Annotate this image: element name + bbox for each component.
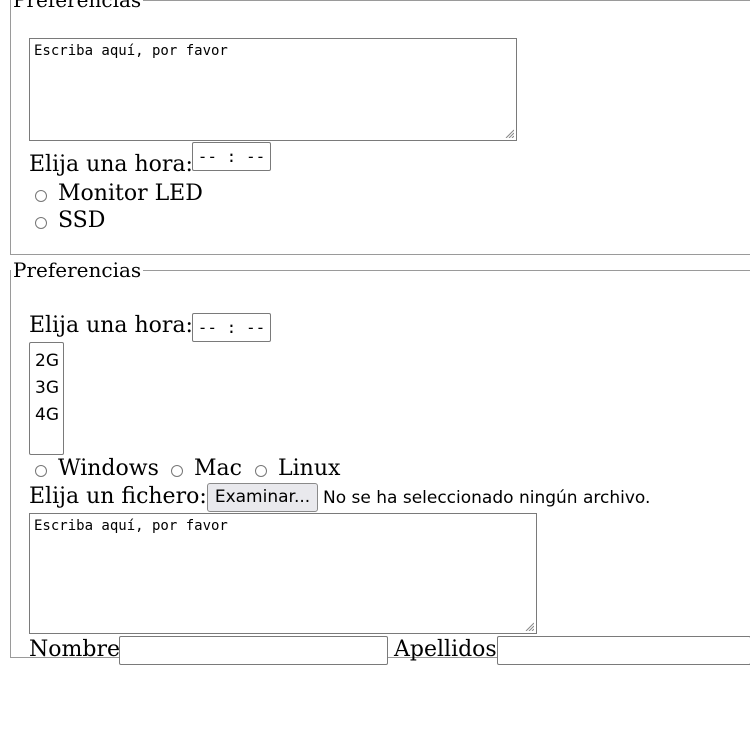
radio-label-ssd: SSD (58, 208, 106, 233)
radio-label-mac: Mac (194, 456, 242, 481)
preferences-fieldset-first: Preferencias Escriba aquí, por favor Eli… (10, 0, 750, 255)
nombre-label: Nombre (29, 637, 120, 662)
file-label: Elija un fichero: (29, 484, 207, 509)
preferences-fieldset-second: Preferencias Elija una hora: -- : -- 2G … (10, 258, 750, 665)
radio-windows[interactable] (35, 465, 47, 477)
resize-grip-icon[interactable] (504, 128, 514, 138)
radio-linux[interactable] (255, 465, 267, 477)
listbox-option-3g[interactable]: 3G (35, 378, 59, 398)
listbox-option-4g[interactable]: 4G (35, 405, 59, 425)
preferences-legend-first: Preferencias (13, 0, 142, 12)
radio-label-linux: Linux (278, 456, 341, 481)
browse-file-button[interactable]: Examinar... (207, 483, 318, 512)
comments-textarea-second-value: Escriba aquí, por favor (34, 518, 228, 534)
time-input-second[interactable]: -- : -- (192, 313, 271, 342)
apellidos-label: Apellidos (394, 637, 497, 662)
comments-textarea-first[interactable]: Escriba aquí, por favor (29, 38, 517, 141)
comments-textarea-second[interactable]: Escriba aquí, por favor (29, 513, 537, 634)
time-input-first[interactable]: -- : -- (192, 142, 271, 171)
radio-monitor-led[interactable] (35, 190, 47, 202)
file-status-text: No se ha seleccionado ningún archivo. (323, 488, 651, 508)
radio-ssd[interactable] (35, 217, 47, 229)
radio-label-monitor-led: Monitor LED (58, 181, 203, 206)
form-page: Preferencias Escriba aquí, por favor Eli… (0, 0, 750, 750)
radio-mac[interactable] (171, 465, 183, 477)
resize-grip-icon[interactable] (524, 621, 534, 631)
comments-textarea-first-value: Escriba aquí, por favor (34, 43, 228, 59)
preferences-legend-second: Preferencias (13, 258, 142, 282)
time-label-first: Elija una hora: (29, 152, 193, 177)
listbox-option-2g[interactable]: 2G (35, 351, 59, 371)
radio-label-windows: Windows (58, 456, 159, 481)
time-label-second: Elija una hora: (29, 313, 193, 338)
network-listbox[interactable]: 2G 3G 4G (29, 342, 64, 455)
apellidos-input[interactable] (497, 636, 750, 665)
nombre-input[interactable] (119, 636, 388, 665)
